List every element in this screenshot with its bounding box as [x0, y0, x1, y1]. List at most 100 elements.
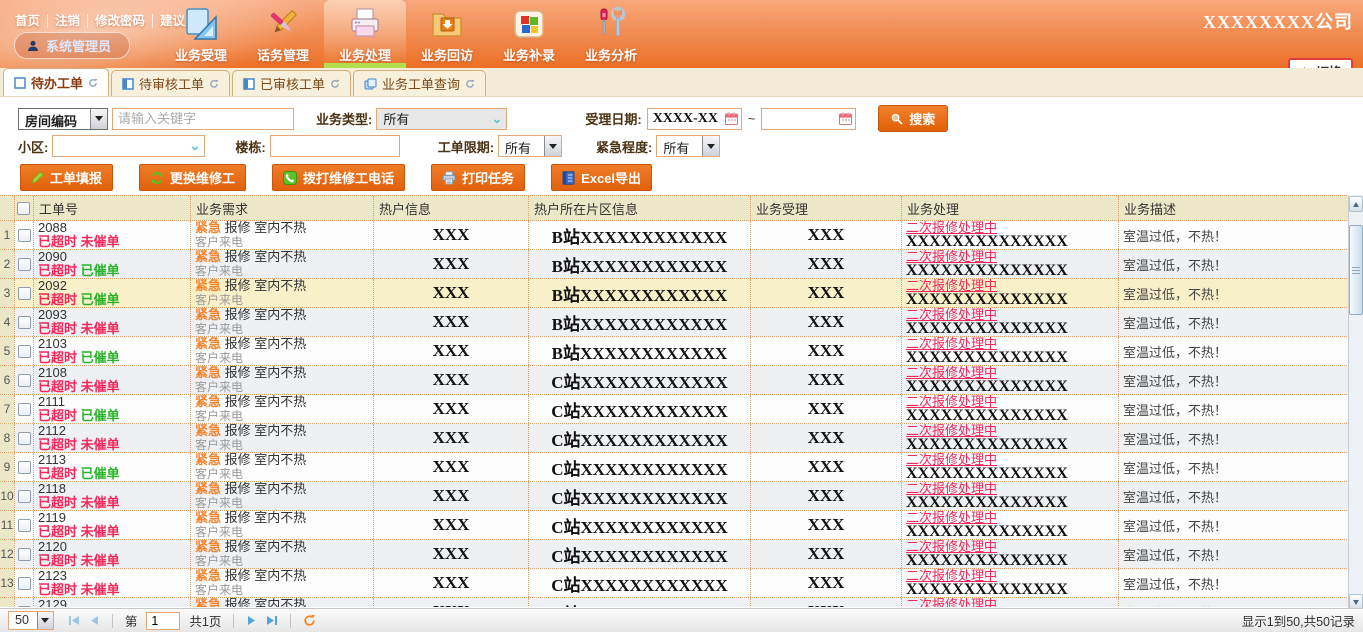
row-checkbox[interactable] [18, 606, 31, 608]
tab-refresh-icon[interactable] [465, 79, 475, 89]
row-checkbox[interactable] [18, 287, 31, 300]
col-header-demand[interactable]: 业务需求 [190, 196, 373, 220]
demand-text: 报修 室内不热 [225, 511, 307, 525]
dropdown-arrow-icon[interactable] [544, 136, 561, 156]
tab-to-review-orders[interactable]: 待审核工单 [111, 70, 230, 96]
search-field-select[interactable]: 房间编码 [18, 108, 108, 130]
col-header-area-info[interactable]: 热户所在片区信息 [528, 196, 750, 220]
table-row[interactable]: 9 2113 已超时 已催单 紧急 报修 室内不热 客户来电 XXX C站XXX… [0, 453, 1363, 482]
switch-button[interactable]: 切换 [1288, 58, 1353, 68]
overtime-badge: 已超时 [38, 553, 77, 568]
tab-refresh-icon[interactable] [88, 78, 98, 88]
tab-refresh-icon[interactable] [209, 79, 219, 89]
refresh-button[interactable] [303, 614, 316, 627]
calendar-icon[interactable] [725, 112, 738, 125]
link-home[interactable]: 首页 [8, 14, 48, 28]
table-row[interactable]: 6 2108 已超时 未催单 紧急 报修 室内不热 客户来电 XXX C站XXX… [0, 366, 1363, 395]
table-row[interactable]: 7 2111 已超时 已催单 紧急 报修 室内不热 客户来电 XXX C站XXX… [0, 395, 1363, 424]
urgency-select[interactable]: 所有 [656, 135, 720, 157]
row-checkbox[interactable] [18, 490, 31, 503]
call-worker-button[interactable]: 拨打维修工电话 [272, 164, 405, 191]
row-checkbox[interactable] [18, 374, 31, 387]
building-input[interactable] [270, 135, 400, 157]
community-select[interactable]: ⌄ [52, 135, 205, 157]
change-worker-button[interactable]: 更换维修工 [139, 164, 246, 191]
excel-export-button[interactable]: Excel导出 [551, 164, 652, 191]
row-checkbox[interactable] [18, 548, 31, 561]
nav-business-supplement[interactable]: 业务补录 [488, 0, 570, 68]
row-checkbox[interactable] [18, 316, 31, 329]
col-header-accept[interactable]: 业务受理 [750, 196, 901, 220]
scrollbar-thumb[interactable] [1349, 225, 1363, 315]
business-type-select[interactable]: 所有 ⌄ [376, 108, 507, 130]
col-header-desc[interactable]: 业务描述 [1118, 196, 1348, 220]
dropdown-arrow-icon[interactable] [90, 109, 107, 129]
row-checkbox[interactable] [18, 403, 31, 416]
next-page-button[interactable] [246, 615, 256, 626]
row-checkbox[interactable] [18, 519, 31, 532]
nav-business-analysis[interactable]: 业务分析 [570, 0, 652, 68]
row-checkbox[interactable] [18, 229, 31, 242]
prev-page-button[interactable] [90, 615, 100, 626]
tab-pending-orders[interactable]: 待办工单 [3, 68, 109, 96]
table-row[interactable]: 5 2103 已超时 已催单 紧急 报修 室内不热 客户来电 XXX B站XXX… [0, 337, 1363, 366]
table-row[interactable]: 8 2112 已超时 未催单 紧急 报修 室内不热 客户来电 XXX C站XXX… [0, 424, 1363, 453]
nav-business-accept[interactable]: 业务受理 [160, 0, 242, 68]
first-page-button[interactable] [68, 615, 81, 626]
dropdown-arrow-icon[interactable] [37, 612, 53, 629]
date-from-field[interactable]: XXXX-XX [647, 108, 742, 130]
link-logout[interactable]: 注销 [48, 14, 88, 28]
row-checkbox[interactable] [18, 345, 31, 358]
deadline-select[interactable]: 所有 [498, 135, 562, 157]
col-header-order-no[interactable]: 工单号 [33, 196, 190, 220]
row-number: 13 [0, 569, 14, 597]
community-label: 小区: [18, 137, 48, 156]
row-checkbox[interactable] [18, 461, 31, 474]
table-row[interactable]: 2 2090 已超时 已催单 紧急 报修 室内不热 客户来电 XXX B站XXX… [0, 250, 1363, 279]
tab-reviewed-orders[interactable]: 已审核工单 [232, 70, 351, 96]
cell-order-no: 2108 已超时 未催单 [33, 366, 190, 394]
last-page-button[interactable] [265, 615, 278, 626]
row-checkbox[interactable] [18, 432, 31, 445]
table-row[interactable]: 3 2092 已超时 已催单 紧急 报修 室内不热 客户来电 XXX B站XXX… [0, 279, 1363, 308]
dropdown-arrow-icon[interactable] [702, 136, 719, 156]
vertical-scrollbar[interactable] [1348, 195, 1363, 611]
nav-business-callback[interactable]: 业务回访 [406, 0, 488, 68]
keyword-input[interactable] [112, 108, 294, 130]
page-number-input[interactable] [146, 612, 180, 630]
row-checkbox[interactable] [18, 577, 31, 590]
business-type-label: 业务类型: [316, 109, 372, 128]
nav-business-process[interactable]: 业务处理 [324, 0, 406, 68]
separator [112, 614, 113, 628]
cell-description: 室温过低，不热！ [1118, 395, 1348, 423]
link-change-password[interactable]: 修改密码 [88, 14, 153, 28]
fill-order-button[interactable]: 工单填报 [20, 164, 113, 191]
print-task-button[interactable]: 打印任务 [431, 164, 525, 191]
cell-heat-info: XXX [373, 250, 528, 278]
row-checkbox[interactable] [18, 258, 31, 271]
table-row[interactable]: 11 2119 已超时 未催单 紧急 报修 室内不热 客户来电 XXX C站XX… [0, 511, 1363, 540]
scroll-up-button[interactable] [1349, 196, 1363, 212]
select-all-checkbox[interactable] [17, 202, 30, 215]
cell-process: 二次报修处理中 XXXXXXXXXXXXXX [901, 511, 1118, 539]
row-number: 3 [0, 279, 14, 307]
current-user-badge[interactable]: 系统管理员 [14, 32, 130, 59]
page-size-select[interactable]: 50 [8, 611, 54, 630]
col-header-process[interactable]: 业务处理 [901, 196, 1118, 220]
date-to-field[interactable] [761, 108, 856, 130]
process-detail: XXXXXXXXXXXXXX [906, 409, 1114, 423]
table-row[interactable]: 10 2118 已超时 未催单 紧急 报修 室内不热 客户来电 XXX C站XX… [0, 482, 1363, 511]
cell-accept: XXX [750, 250, 901, 278]
col-header-heat-info[interactable]: 热户信息 [373, 196, 528, 220]
tab-order-query[interactable]: 业务工单查询 [353, 70, 486, 96]
table-row[interactable]: 1 2088 已超时 未催单 紧急 报修 室内不热 客户来电 XXX B站XXX… [0, 221, 1363, 250]
table-row[interactable]: 12 2120 已超时 未催单 紧急 报修 室内不热 客户来电 XXX C站XX… [0, 540, 1363, 569]
table-row[interactable]: 4 2093 已超时 未催单 紧急 报修 室内不热 客户来电 XXX B站XXX… [0, 308, 1363, 337]
table-row[interactable]: 13 2123 已超时 未催单 紧急 报修 室内不热 客户来电 XXX C站XX… [0, 569, 1363, 598]
cell-order-no: 2120 已超时 未催单 [33, 540, 190, 568]
tab-refresh-icon[interactable] [330, 79, 340, 89]
search-button[interactable]: 搜索 [878, 105, 948, 132]
calendar-icon[interactable] [839, 112, 852, 125]
table-row[interactable]: 14 2129 已超时 未催单 紧急 报修 室内不热 客户来电 XXX C站XX… [0, 598, 1363, 607]
nav-call-management[interactable]: 话务管理 [242, 0, 324, 68]
